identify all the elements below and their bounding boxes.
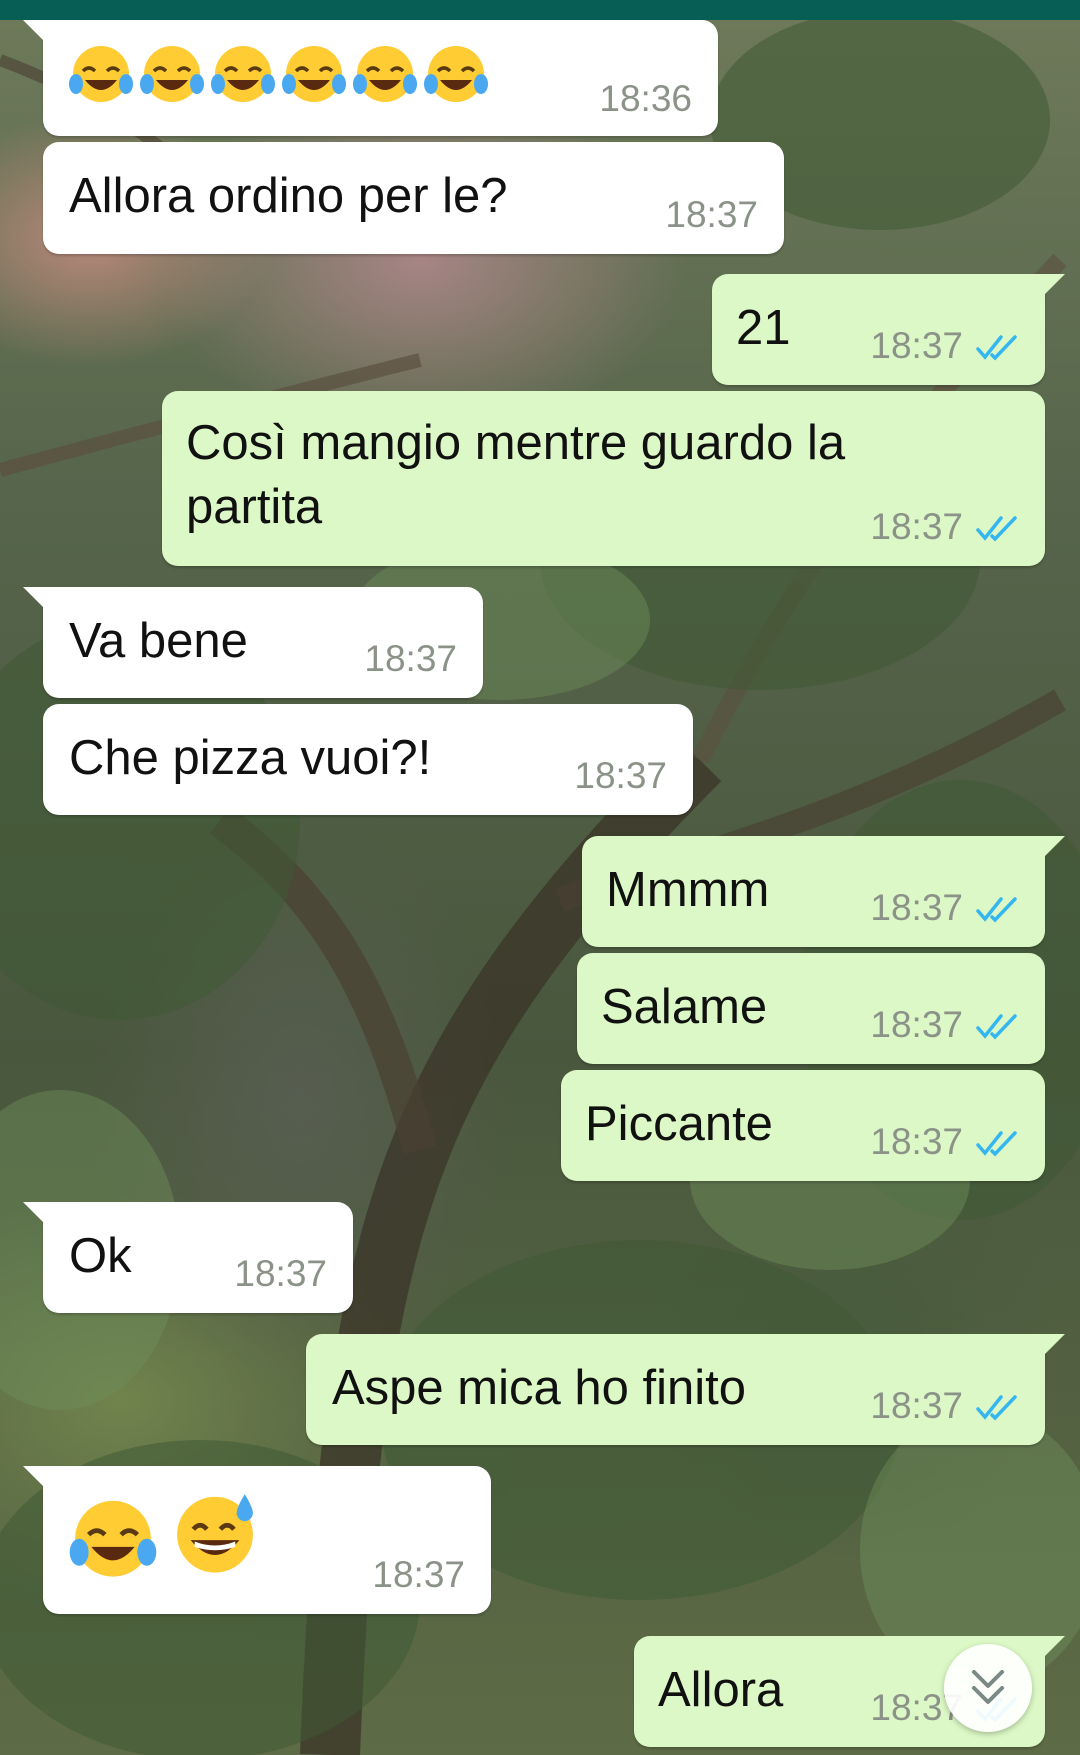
face-with-tears-of-joy-icon <box>140 46 204 102</box>
message-text: Allora <box>658 1663 784 1717</box>
message-timestamp: 18:37 <box>234 1253 327 1294</box>
incoming-message[interactable]: Che pizza vuoi?! 18:37 <box>43 704 693 815</box>
outgoing-message[interactable]: Così mangio mentre guardo la partita 18:… <box>162 391 1045 566</box>
message-text: Mmmm <box>606 863 770 917</box>
outgoing-message[interactable]: 21 18:37 <box>712 274 1065 385</box>
message-text: Aspe mica ho finito <box>332 1361 746 1415</box>
outgoing-message[interactable]: Mmmm 18:37 <box>582 836 1065 947</box>
message-timestamp: 18:36 <box>599 78 692 119</box>
outgoing-message[interactable]: Aspe mica ho finito 18:37 <box>306 1334 1065 1445</box>
message-text: Va bene <box>69 614 248 668</box>
app-header-strip <box>0 0 1080 20</box>
message-text: Così mangio mentre guardo la partita <box>186 416 846 534</box>
message-timestamp: 18:37 <box>870 1004 963 1045</box>
double-check-icon <box>976 897 1017 923</box>
message-text: 21 <box>736 301 791 355</box>
message-timestamp: 18:37 <box>870 506 963 547</box>
double-check-icon <box>976 1014 1017 1040</box>
incoming-message[interactable]: Va bene 18:37 <box>23 587 483 698</box>
message-timestamp: 18:37 <box>372 1554 465 1595</box>
face-with-tears-of-joy-icon <box>69 1500 157 1577</box>
double-check-icon <box>976 1395 1017 1421</box>
incoming-message[interactable]: 18:37 <box>23 1466 491 1614</box>
face-with-tears-of-joy-icon <box>282 46 346 102</box>
scroll-to-bottom-button[interactable] <box>944 1644 1032 1732</box>
face-with-tears-of-joy-icon <box>211 46 275 102</box>
incoming-message[interactable]: Ok 18:37 <box>23 1202 353 1313</box>
face-with-tears-of-joy-icon <box>353 46 417 102</box>
double-check-icon <box>976 516 1017 542</box>
double-check-icon <box>976 1131 1017 1157</box>
outgoing-message[interactable]: Salame 18:37 <box>577 953 1045 1064</box>
message-text: Allora ordino per le? <box>69 169 508 223</box>
message-text: Che pizza vuoi?! <box>69 731 432 785</box>
emoji-row <box>67 38 488 118</box>
message-timestamp: 18:37 <box>870 887 963 928</box>
message-timestamp: 18:37 <box>665 194 758 235</box>
emoji-row <box>67 1490 267 1590</box>
face-with-tears-of-joy-icon <box>69 46 133 102</box>
incoming-message[interactable]: Allora ordino per le? 18:37 <box>43 142 784 254</box>
message-text: Ok <box>69 1229 132 1283</box>
message-text: Salame <box>601 980 768 1034</box>
message-timestamp: 18:37 <box>364 638 457 679</box>
face-with-tears-of-joy-icon <box>424 46 488 102</box>
grinning-face-with-sweat-icon <box>177 1494 253 1573</box>
double-chevron-down-icon <box>972 1670 1004 1704</box>
message-timestamp: 18:37 <box>870 325 963 366</box>
message-timestamp: 18:37 <box>870 1121 963 1162</box>
message-text: Piccante <box>585 1097 773 1151</box>
incoming-message[interactable]: 18:36 <box>23 20 718 136</box>
double-check-icon <box>976 335 1017 361</box>
outgoing-message[interactable]: Piccante 18:37 <box>561 1070 1045 1181</box>
message-timestamp: 18:37 <box>870 1385 963 1426</box>
message-timestamp: 18:37 <box>574 755 667 796</box>
